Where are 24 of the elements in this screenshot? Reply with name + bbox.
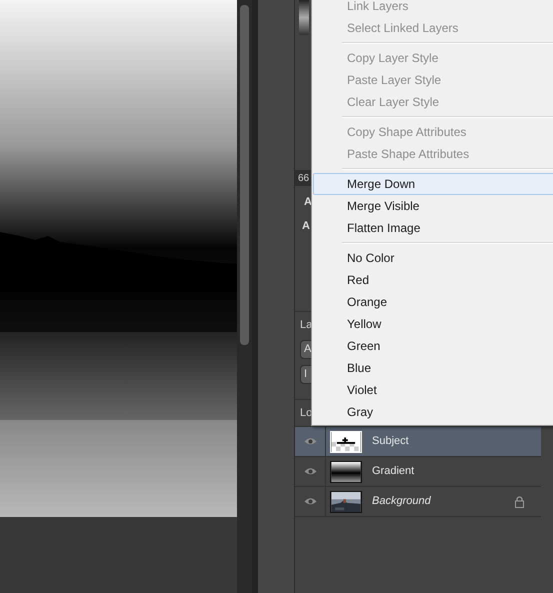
layer-row[interactable]: Background bbox=[295, 487, 541, 517]
gradient-swatch bbox=[299, 0, 309, 35]
eye-icon[interactable] bbox=[304, 497, 316, 506]
menu-item[interactable]: Gray bbox=[313, 401, 553, 423]
eye-icon[interactable] bbox=[304, 437, 316, 446]
layer-name: Gradient bbox=[372, 464, 414, 480]
menu-item[interactable]: Yellow bbox=[313, 313, 553, 335]
menu-item[interactable]: Merge Down bbox=[313, 173, 553, 195]
eye-icon[interactable] bbox=[304, 467, 316, 476]
panel-label: A bbox=[304, 195, 312, 210]
panel-label: A bbox=[302, 218, 310, 234]
menu-item[interactable]: Flatten Image bbox=[313, 217, 553, 239]
layer-name: Background bbox=[372, 494, 431, 510]
layer-thumbnail bbox=[330, 430, 362, 452]
menu-item[interactable]: Merge Visible bbox=[313, 195, 553, 217]
menu-item[interactable]: No Color bbox=[313, 247, 553, 269]
layer-row[interactable]: Subject bbox=[295, 427, 541, 457]
menu-item[interactable]: Orange bbox=[313, 291, 553, 313]
panel-tab[interactable]: 66 bbox=[298, 170, 310, 186]
layer-thumbnail bbox=[330, 460, 362, 482]
menu-item[interactable]: Red bbox=[313, 269, 553, 291]
layer-row[interactable]: Gradient bbox=[295, 457, 541, 487]
scrollbar-thumb[interactable] bbox=[240, 5, 249, 345]
layer-name: Subject bbox=[372, 434, 409, 450]
